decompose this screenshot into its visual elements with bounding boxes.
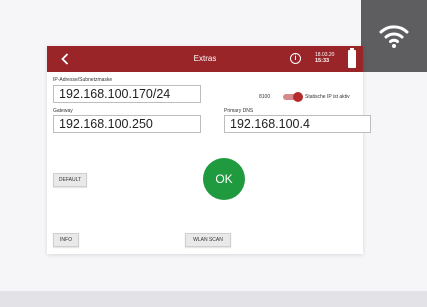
ok-button[interactable]: OK xyxy=(203,158,245,200)
datetime: 18.03.20 15:33 xyxy=(315,52,334,64)
time-text: 15:33 xyxy=(315,58,330,64)
battery-icon xyxy=(348,48,356,68)
dns-label: Primary DNS xyxy=(224,108,254,114)
gateway-label: Gateway xyxy=(53,108,73,114)
bottom-strip xyxy=(0,291,427,307)
static-ip-label: Statische IP ist aktiv xyxy=(305,94,350,100)
wifi-badge xyxy=(361,0,427,72)
ip-address-field[interactable]: 192.168.100.170/24 xyxy=(53,85,201,103)
dns-field[interactable]: 192.168.100.4 xyxy=(224,115,371,133)
ip-label: IP-Adresse/Subnetzmaske xyxy=(53,77,113,83)
info-button[interactable]: INFO xyxy=(53,233,79,247)
port-text: 8100 xyxy=(259,94,271,100)
static-ip-toggle[interactable] xyxy=(283,92,303,102)
default-button[interactable]: DEFAULT xyxy=(53,173,87,187)
device-screen: Extras i 18.03.20 15:33 IP-Adresse/Subne… xyxy=(47,46,371,254)
gateway-field[interactable]: 192.168.100.250 xyxy=(53,115,201,133)
wlan-scan-button[interactable]: WLAN SCAN xyxy=(185,233,231,247)
toggle-knob xyxy=(293,92,303,102)
top-bar: Extras i 18.03.20 15:33 xyxy=(47,46,363,72)
info-icon[interactable]: i xyxy=(290,53,301,64)
wifi-icon xyxy=(379,25,409,48)
